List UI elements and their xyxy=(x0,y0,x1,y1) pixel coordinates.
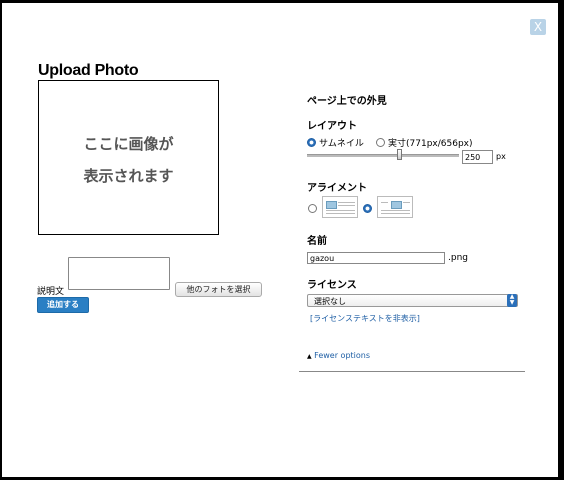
alignment-left-thumbnail[interactable] xyxy=(322,196,358,218)
name-label: 名前 xyxy=(307,236,327,247)
appearance-heading: ページ上での外見 xyxy=(307,96,387,107)
license-selected-value: 選択なし xyxy=(314,297,346,306)
chevron-updown-icon: ▲ ▼ xyxy=(507,294,517,307)
hide-license-text-link[interactable]: [ライセンステキストを非表示] xyxy=(310,313,420,324)
alignment-label: アライメント xyxy=(307,183,367,194)
layout-thumbnail-label: サムネイル xyxy=(319,139,364,149)
add-button[interactable]: 追加する xyxy=(37,297,89,313)
alignment-center-radio[interactable] xyxy=(363,204,372,213)
close-button[interactable]: X xyxy=(530,19,546,35)
alignment-left-radio[interactable] xyxy=(308,204,317,213)
upload-photo-dialog: X Upload Photo ここに画像が 表示されます 説明文 他のフォトを選… xyxy=(2,3,558,477)
license-label: ライセンス xyxy=(307,280,357,291)
layout-actual-label: 実寸(771px/656px) xyxy=(388,139,473,149)
layout-label: レイアウト xyxy=(307,121,357,132)
caption-label: 説明文 xyxy=(37,287,65,297)
fewer-options-link[interactable]: ▲ Fewer options xyxy=(307,351,370,360)
alignment-center-thumbnail[interactable] xyxy=(377,196,413,218)
section-divider xyxy=(299,371,525,372)
preview-placeholder-line2: 表示されます xyxy=(83,167,174,185)
choose-other-photo-button[interactable]: 他のフォトを選択 xyxy=(175,282,262,297)
size-unit: px xyxy=(496,152,506,161)
license-select[interactable]: 選択なし ▲ ▼ xyxy=(307,294,518,307)
preview-placeholder-line1: ここに画像が xyxy=(83,135,174,153)
filename-input[interactable]: gazou xyxy=(307,252,445,264)
size-input[interactable]: 250 xyxy=(462,150,493,164)
caption-textarea[interactable] xyxy=(68,257,170,290)
size-slider-handle[interactable] xyxy=(397,149,402,160)
filename-extension: .png xyxy=(448,253,468,263)
layout-actual-radio[interactable] xyxy=(376,138,385,147)
triangle-up-icon: ▲ xyxy=(307,353,312,360)
dialog-title: Upload Photo xyxy=(38,62,139,79)
fewer-options-label: Fewer options xyxy=(314,351,371,360)
image-preview: ここに画像が 表示されます xyxy=(38,80,219,235)
layout-thumbnail-radio[interactable] xyxy=(307,138,316,147)
size-slider-track[interactable] xyxy=(307,154,459,157)
